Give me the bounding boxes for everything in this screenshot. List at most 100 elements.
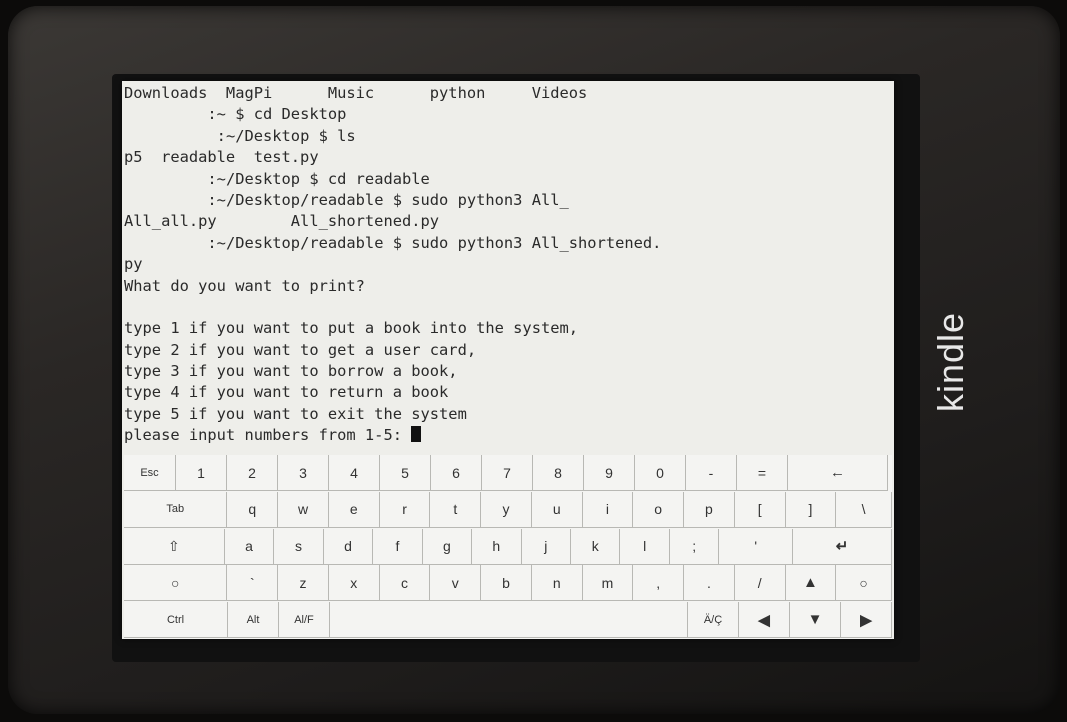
key-`[interactable]: ` — [227, 565, 279, 602]
key-g[interactable]: g — [422, 528, 473, 565]
arrow-right-key[interactable]: ▶ — [841, 602, 892, 639]
terminal-prompt-line[interactable]: please input numbers from 1-5: — [124, 425, 892, 446]
terminal-line: :~ $ cd Desktop — [124, 104, 892, 125]
terminal-line: Downloads MagPi Music python Videos — [124, 83, 892, 104]
key-j[interactable]: j — [521, 528, 571, 565]
alt-fn-key[interactable]: Al/F — [279, 602, 330, 639]
key-i[interactable]: i — [582, 491, 634, 528]
terminal-user-host — [124, 105, 207, 123]
key-6[interactable]: 6 — [431, 455, 482, 491]
key-e[interactable]: e — [328, 491, 380, 528]
terminal-line: type 1 if you want to put a book into th… — [124, 318, 892, 339]
key-r[interactable]: r — [379, 491, 431, 528]
key-4[interactable]: 4 — [329, 455, 380, 491]
terminal-line: py — [124, 254, 892, 275]
terminal-text: Downloads MagPi Music python Videos — [124, 84, 588, 102]
keyboard-row2: Tab q w e r t y u i o p[] \ — [124, 491, 892, 528]
terminal-text: All_all.py All_shortened.py — [124, 212, 440, 231]
terminal-line: type 3 if you want to borrow a book, — [124, 361, 892, 382]
terminal-line: What do you want to print? — [124, 276, 892, 297]
terminal-user-host — [124, 127, 217, 145]
key--[interactable]: - — [686, 455, 737, 491]
ctrl-key[interactable]: Ctrl — [124, 602, 228, 639]
key-\[interactable]: \ — [836, 491, 892, 528]
terminal-prompt: please input numbers from 1-5: — [124, 426, 412, 445]
key-b[interactable]: b — [481, 565, 532, 602]
key-m[interactable]: m — [582, 565, 634, 602]
key-y[interactable]: y — [481, 491, 532, 528]
keyboard-row3: ⇧ a s d f g h j k l; ' ↵ — [124, 528, 892, 565]
terminal-text: type 1 if you want to put a book into th… — [124, 319, 579, 338]
key-c[interactable]: c — [379, 565, 431, 602]
key-l[interactable]: l — [620, 528, 670, 565]
key-o[interactable]: o — [633, 491, 685, 528]
terminal-line: :~/Desktop $ cd readable — [124, 169, 892, 190]
menu-key[interactable]: ○ — [124, 565, 228, 602]
escape-key[interactable]: Esc — [124, 455, 176, 491]
terminal-window[interactable]: Downloads MagPi Music python Videos :~ $… — [124, 83, 892, 455]
backspace-key[interactable]: ← — [788, 455, 888, 491]
terminal-text: type 3 if you want to borrow a book, — [124, 362, 458, 381]
key-f[interactable]: f — [373, 528, 423, 565]
key-d[interactable]: d — [323, 528, 374, 565]
key-u[interactable]: u — [531, 491, 583, 528]
terminal-text: p5 readable test.py — [124, 148, 319, 167]
key-][interactable]: ] — [785, 491, 837, 528]
terminal-line: :~/Desktop/readable $ sudo python3 All_ — [124, 190, 892, 211]
menu-key[interactable]: ○ — [836, 565, 892, 602]
tab-key[interactable]: Tab — [124, 491, 228, 528]
alt-key[interactable]: Alt — [228, 602, 279, 639]
key-2[interactable]: 2 — [227, 455, 278, 491]
key-,[interactable]: , — [633, 565, 685, 602]
key-[[interactable]: [ — [734, 491, 786, 528]
arrow-up-key[interactable]: ▲ — [785, 565, 837, 602]
key-=[interactable]: = — [737, 455, 788, 491]
key-s[interactable]: s — [274, 528, 324, 565]
terminal-text: What do you want to print? — [124, 276, 365, 295]
terminal-user-host — [124, 170, 207, 188]
terminal-text: type 5 if you want to exit the system — [124, 404, 467, 423]
terminal-text: :~ $ cd Desktop — [207, 105, 347, 124]
symbols-key[interactable]: Ä/Ç — [688, 602, 739, 639]
shift-key[interactable]: ⇧ — [124, 528, 225, 565]
key-8[interactable]: 8 — [533, 455, 584, 491]
key-q[interactable]: q — [227, 491, 279, 528]
space-key[interactable] — [330, 602, 688, 639]
key-n[interactable]: n — [531, 565, 583, 602]
terminal-text: type 2 if you want to get a user card, — [124, 340, 477, 359]
key-'[interactable]: ' — [719, 528, 794, 565]
keyboard-row1: Esc 1 2 3 4 5 6 7 8 9 0- = ← — [124, 455, 892, 491]
terminal-text: :~/Desktop $ cd readable — [207, 169, 430, 188]
key-x[interactable]: x — [328, 565, 380, 602]
key-p[interactable]: p — [684, 491, 735, 528]
key-9[interactable]: 9 — [584, 455, 635, 491]
terminal-line: type 5 if you want to exit the system — [124, 404, 892, 425]
key-;[interactable]: ; — [669, 528, 720, 565]
enter-key[interactable]: ↵ — [793, 528, 892, 565]
terminal-user-host — [124, 191, 207, 209]
key-0[interactable]: 0 — [635, 455, 686, 491]
kindle-screen: Downloads MagPi Music python Videos :~ $… — [122, 81, 894, 639]
key-z[interactable]: z — [278, 565, 329, 602]
key-/[interactable]: / — [734, 565, 786, 602]
key-.[interactable]: . — [684, 565, 735, 602]
keyboard-row5: Ctrl Alt Al/F Ä/Ç ◀ ▼ ▶ — [124, 602, 892, 639]
key-7[interactable]: 7 — [482, 455, 533, 491]
key-h[interactable]: h — [472, 528, 522, 565]
terminal-line: :~/Desktop $ ls — [124, 126, 892, 147]
key-1[interactable]: 1 — [176, 455, 227, 491]
key-t[interactable]: t — [430, 491, 482, 528]
key-w[interactable]: w — [278, 491, 329, 528]
arrow-down-key[interactable]: ▼ — [790, 602, 841, 639]
key-a[interactable]: a — [224, 528, 275, 565]
terminal-line: p5 readable test.py — [124, 147, 892, 168]
key-5[interactable]: 5 — [380, 455, 431, 491]
keyboard-row4: ○ ` z x c v b n m,. / ▲ ○ — [124, 565, 892, 602]
key-3[interactable]: 3 — [278, 455, 329, 491]
key-k[interactable]: k — [571, 528, 621, 565]
on-screen-keyboard: Esc 1 2 3 4 5 6 7 8 9 0- = ← Tab q w e r t y u i o p[] \ ⇧ a s d f g h j… — [124, 455, 892, 639]
key-v[interactable]: v — [430, 565, 482, 602]
terminal-text: type 4 if you want to return a book — [124, 383, 449, 402]
arrow-left-key[interactable]: ◀ — [739, 602, 790, 639]
